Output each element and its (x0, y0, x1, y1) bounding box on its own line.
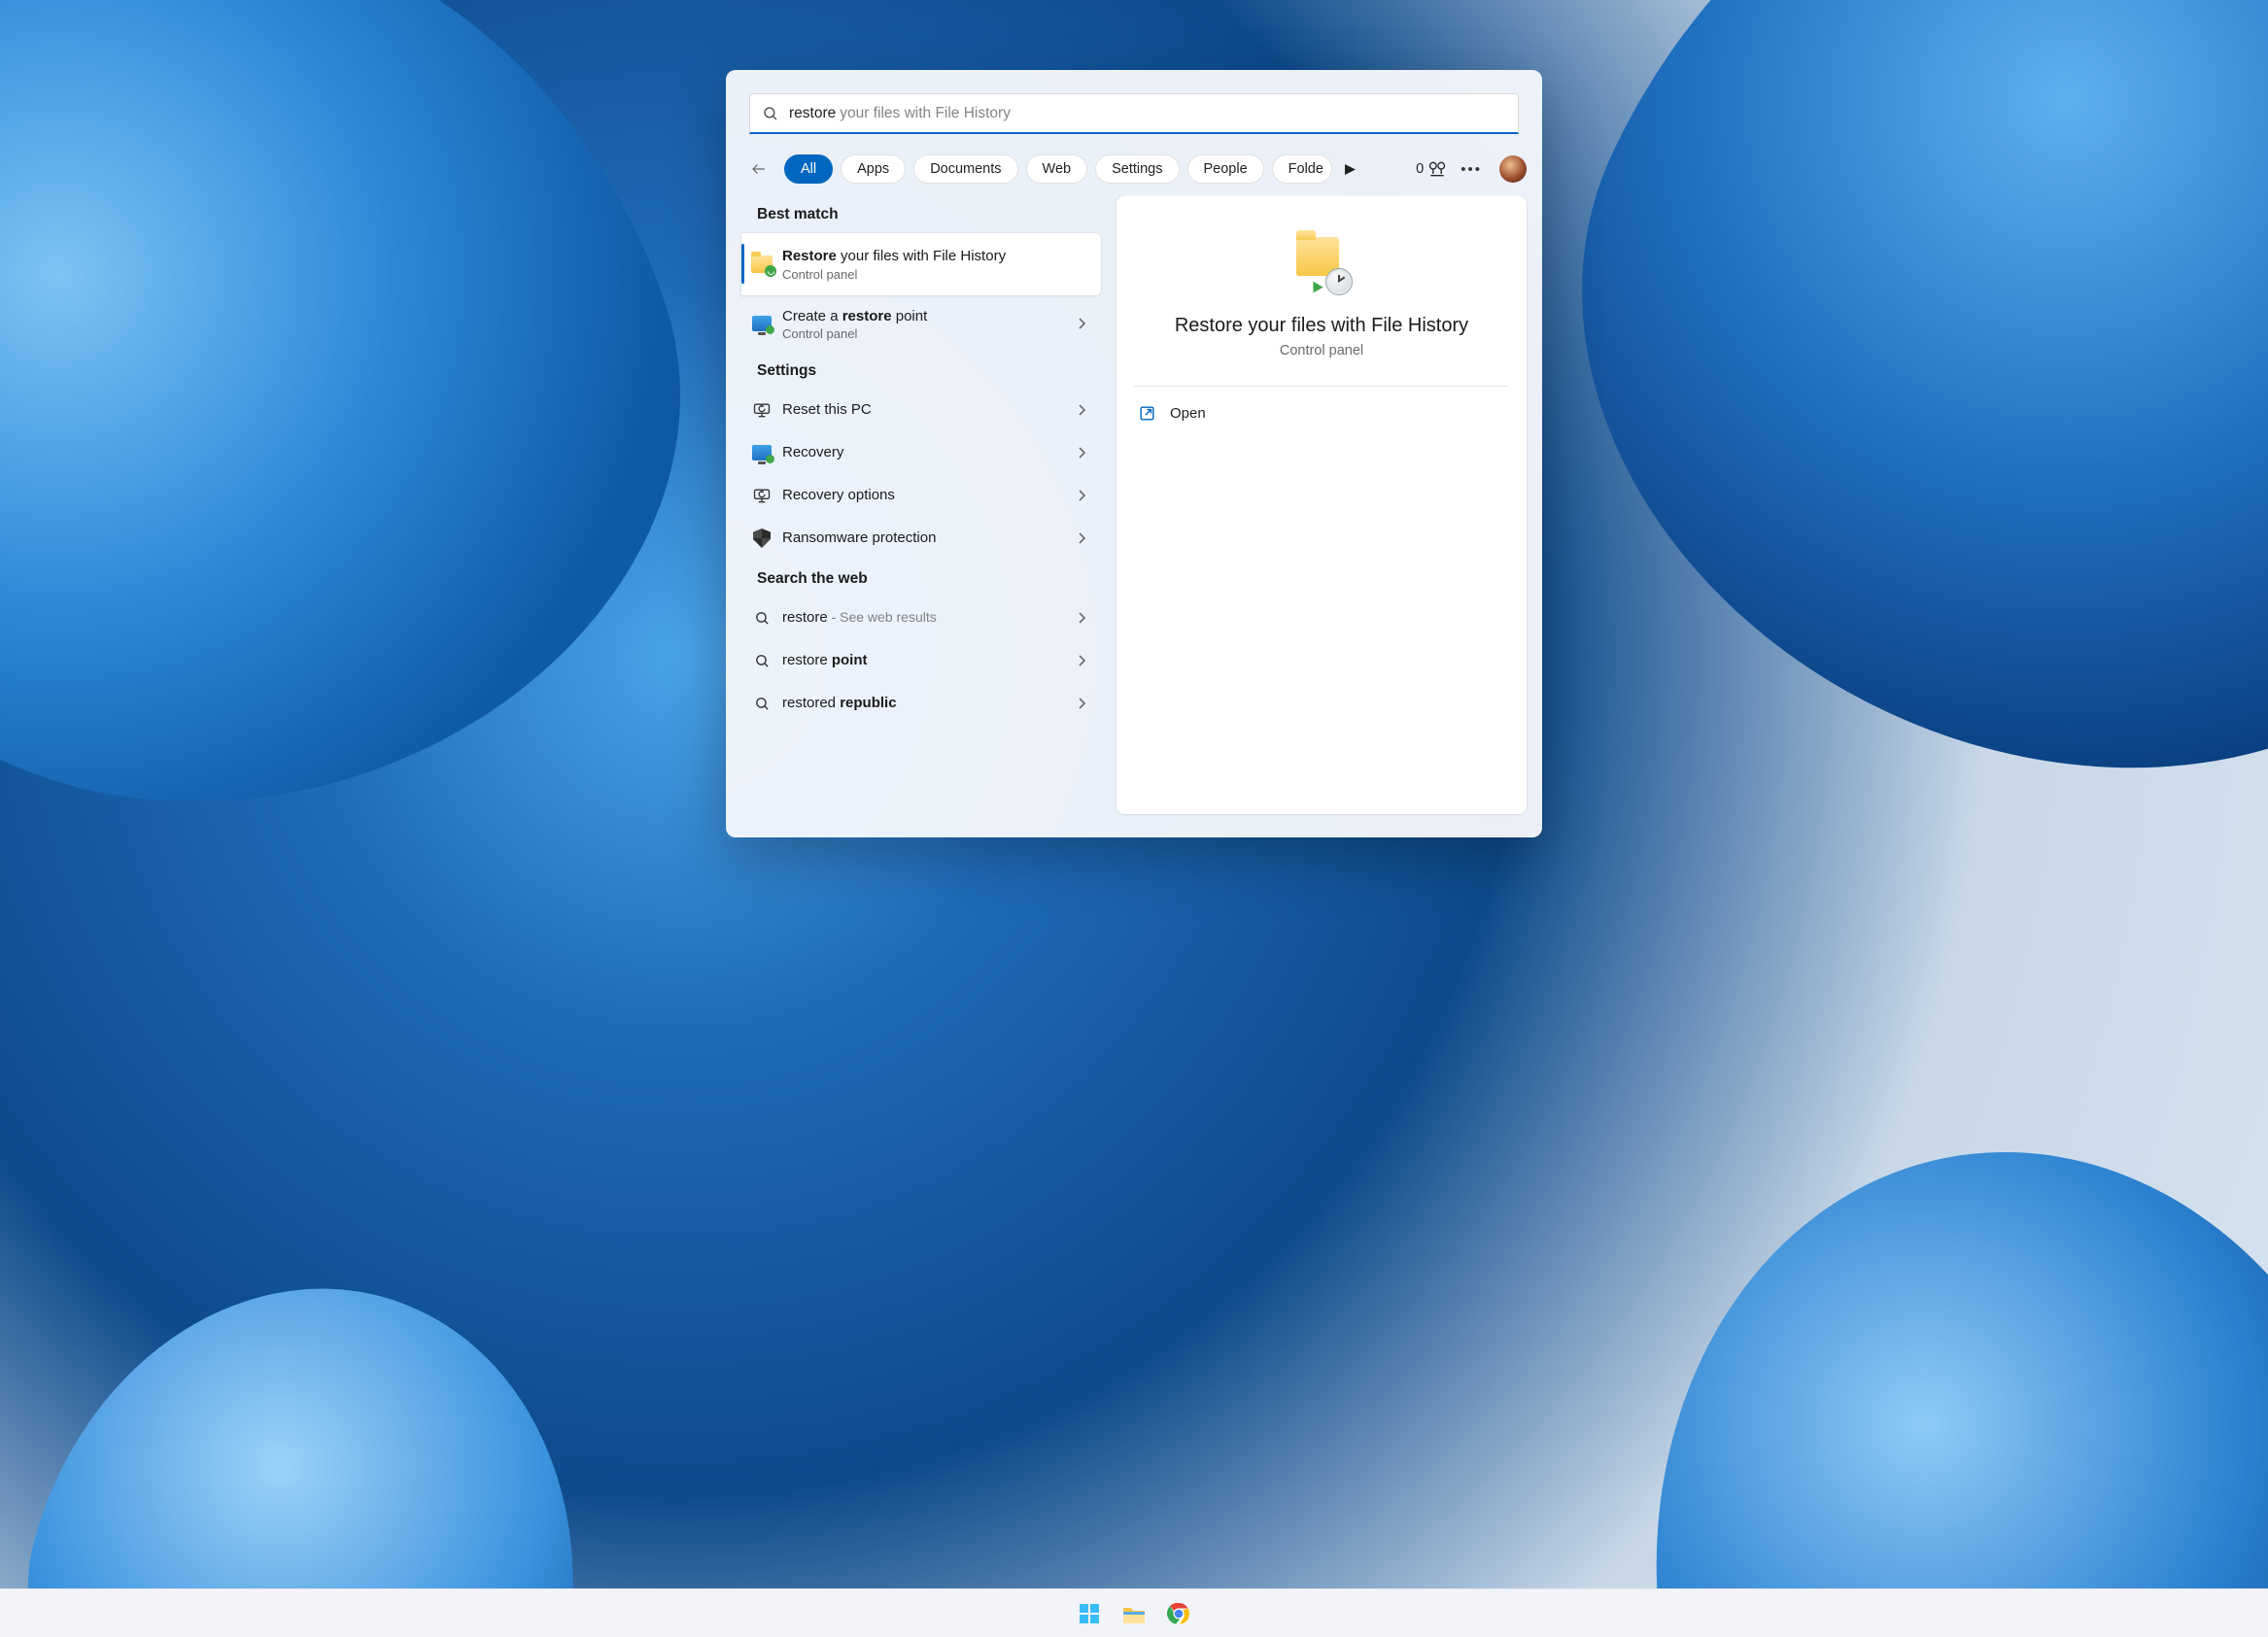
search-query-typed: restore (789, 105, 836, 122)
chevron-right-icon (1078, 447, 1087, 459)
result-title: Reset this PC (782, 400, 1068, 420)
action-label: Open (1170, 405, 1206, 422)
folder-icon (1121, 1602, 1147, 1625)
section-best-match: Best match (741, 196, 1101, 231)
section-settings: Settings (741, 353, 1101, 388)
result-title: restored republic (782, 694, 1068, 713)
search-icon (751, 607, 773, 629)
result-recovery[interactable]: Recovery (741, 432, 1101, 473)
open-external-icon (1138, 404, 1156, 423)
taskbar-start-button[interactable] (1076, 1600, 1103, 1627)
result-ransomware[interactable]: Ransomware protection (741, 518, 1101, 559)
preview-subtitle: Control panel (1280, 343, 1363, 358)
result-title: restore point (782, 651, 1068, 670)
results-column: Best match Restore your files with File … (741, 196, 1101, 814)
filters-scroll-right[interactable] (1338, 156, 1363, 182)
result-create-restore-point[interactable]: Create a restore point Control panel (741, 297, 1101, 352)
reset-pc-icon (751, 399, 773, 421)
preview-pane: Restore your files with File History Con… (1117, 196, 1527, 814)
result-web-restore[interactable]: restore - See web results (741, 597, 1101, 638)
result-subtitle: Control panel (782, 326, 1068, 341)
search-icon (751, 650, 773, 671)
arrow-left-icon (750, 160, 768, 178)
action-open[interactable]: Open (1134, 392, 1509, 434)
chevron-right-icon (1078, 404, 1087, 416)
filter-documents[interactable]: Documents (913, 154, 1017, 184)
search-query-completion: your files with File History (840, 105, 1011, 122)
rewards-count: 0 (1416, 161, 1424, 177)
chevron-right-icon (1078, 532, 1087, 544)
result-title: Recovery (782, 443, 1068, 462)
search-input[interactable]: restore your files with File History (749, 93, 1519, 134)
taskbar-chrome-button[interactable] (1165, 1600, 1192, 1627)
result-title: Recovery options (782, 486, 1068, 505)
filter-all[interactable]: All (784, 154, 833, 184)
result-reset-pc[interactable]: Reset this PC (741, 390, 1101, 430)
chevron-right-icon (1078, 612, 1087, 624)
chevron-right-icon (1078, 698, 1087, 709)
result-web-restored-republic[interactable]: restored republic (741, 683, 1101, 724)
result-title: restore - See web results (782, 608, 1068, 628)
rewards-icon (1427, 160, 1447, 178)
file-history-large-icon (1290, 233, 1353, 295)
filter-settings[interactable]: Settings (1095, 154, 1179, 184)
more-options-button[interactable]: ••• (1455, 161, 1488, 178)
search-icon (751, 693, 773, 714)
back-button[interactable] (741, 152, 776, 187)
result-subtitle: Control panel (782, 267, 1087, 282)
chrome-icon (1167, 1602, 1190, 1625)
rewards-points[interactable]: 0 (1416, 160, 1447, 178)
result-title: Create a restore point (782, 307, 1068, 326)
recovery-icon (751, 442, 773, 463)
search-icon (762, 105, 779, 122)
result-title: Restore your files with File History (782, 247, 1087, 266)
monitor-icon (751, 313, 773, 334)
filter-people[interactable]: People (1187, 154, 1264, 184)
search-panel: restore your files with File History All… (726, 70, 1542, 837)
result-title: Ransomware protection (782, 529, 1068, 548)
shield-icon (751, 528, 773, 549)
user-avatar[interactable] (1499, 155, 1527, 183)
filter-row: All Apps Documents Web Settings People F… (726, 134, 1542, 196)
chevron-right-icon (1078, 655, 1087, 666)
filter-apps[interactable]: Apps (841, 154, 906, 184)
chevron-right-icon (1078, 490, 1087, 501)
preview-title: Restore your files with File History (1175, 315, 1468, 337)
result-recovery-options[interactable]: Recovery options (741, 475, 1101, 516)
divider (1134, 386, 1509, 387)
recovery-options-icon (751, 485, 773, 506)
result-restore-file-history[interactable]: Restore your files with File History Con… (741, 233, 1101, 295)
section-search-web: Search the web (741, 561, 1101, 596)
play-right-icon (1345, 164, 1356, 175)
chevron-right-icon (1078, 318, 1087, 329)
result-web-restore-point[interactable]: restore point (741, 640, 1101, 681)
filter-folders[interactable]: Folde (1272, 154, 1332, 184)
taskbar-explorer-button[interactable] (1120, 1600, 1148, 1627)
filter-web[interactable]: Web (1026, 154, 1088, 184)
taskbar (0, 1588, 2268, 1637)
windows-icon (1078, 1602, 1101, 1625)
file-history-icon (751, 254, 773, 275)
